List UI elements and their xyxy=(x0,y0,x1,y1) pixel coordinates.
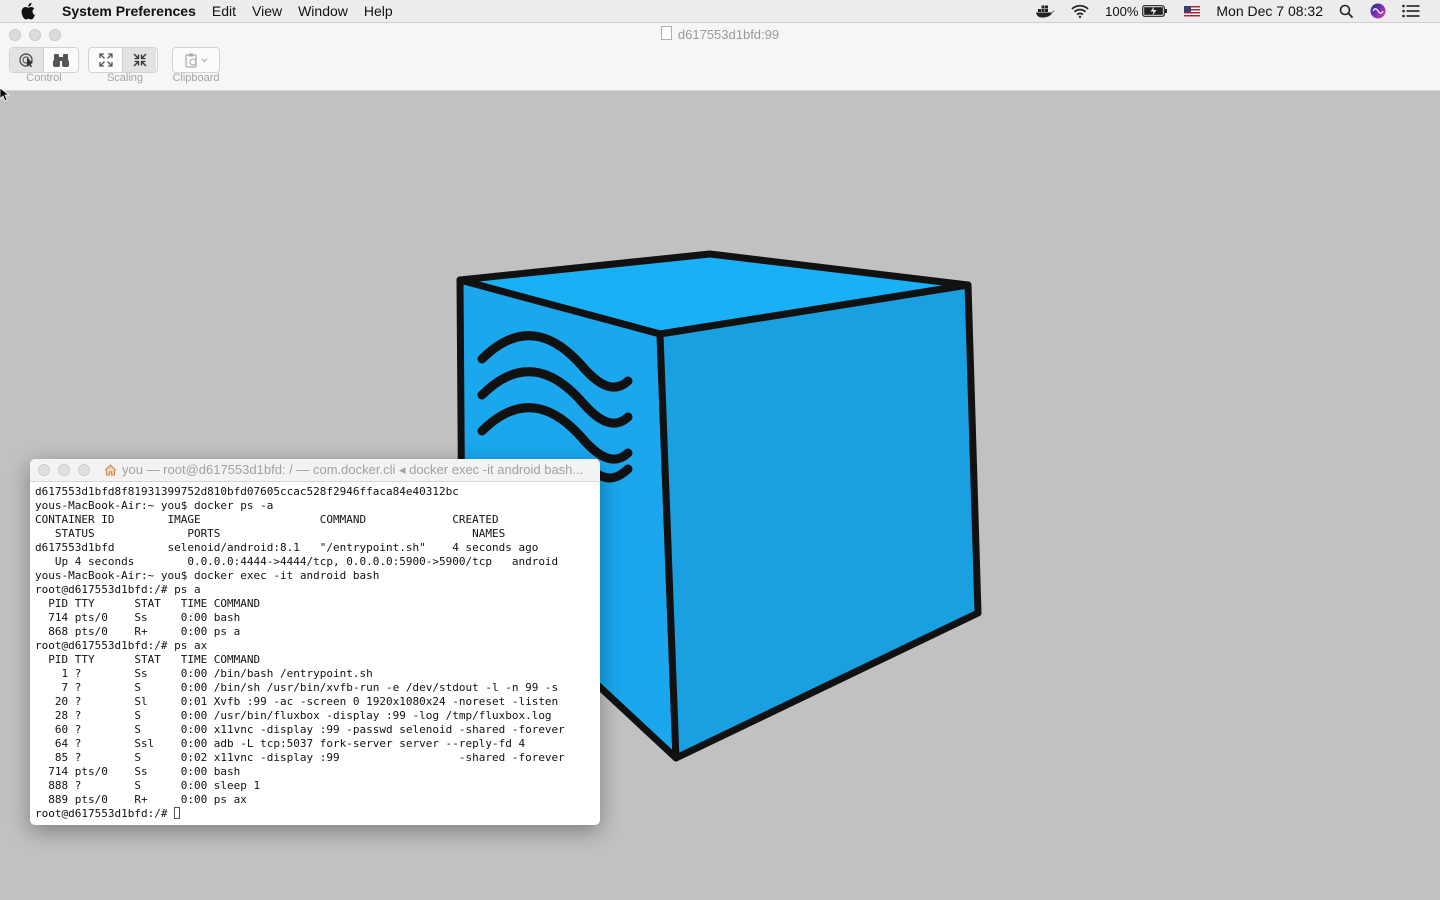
terminal-line: 28 ? S 0:00 /usr/bin/fluxbox -display :9… xyxy=(35,709,552,722)
control-label: Control xyxy=(26,72,62,84)
scaling-label: Scaling xyxy=(106,72,144,84)
clipboard-icon xyxy=(185,53,208,68)
terminal-line: root@d617553d1bfd:/# ps a xyxy=(35,583,201,596)
apple-menu-icon[interactable] xyxy=(20,2,38,20)
terminal-line: 714 pts/0 Ss 0:00 bash xyxy=(35,611,241,624)
terminal-line: root@d617553d1bfd:/# ps ax xyxy=(35,639,208,652)
terminal-line: 868 pts/0 R+ 0:00 ps a xyxy=(35,625,241,638)
terminal-line: PID TTY STAT TIME COMMAND xyxy=(35,597,261,610)
terminal-line: CONTAINER ID IMAGE COMMAND CREATED xyxy=(35,513,499,526)
scale-to-fit-button[interactable] xyxy=(89,48,123,72)
terminal-close-button[interactable] xyxy=(38,464,50,476)
control-mode-button[interactable] xyxy=(10,48,44,72)
us-flag-icon[interactable] xyxy=(1184,5,1201,17)
pointer-control-icon xyxy=(18,53,33,68)
spotlight-search-icon[interactable] xyxy=(1339,4,1354,19)
control-toolbar-group xyxy=(9,47,79,73)
clipboard-button[interactable] xyxy=(173,48,219,72)
terminal-line: d617553d1bfd selenoid/android:8.1 "/entr… xyxy=(35,541,539,554)
terminal-cursor xyxy=(174,807,181,819)
expand-arrows-icon xyxy=(98,53,113,67)
menu-view[interactable]: View xyxy=(244,3,290,19)
battery-status[interactable]: 100% xyxy=(1105,4,1168,19)
actual-size-button[interactable] xyxy=(123,48,156,72)
terminal-line: 714 pts/0 Ss 0:00 bash xyxy=(35,765,241,778)
document-icon xyxy=(660,26,672,40)
terminal-line: 64 ? Ssl 0:00 adb -L tcp:5037 fork-serve… xyxy=(35,737,526,750)
siri-icon[interactable] xyxy=(1370,3,1386,19)
menu-clock[interactable]: Mon Dec 7 08:32 xyxy=(1216,3,1323,19)
menu-window[interactable]: Window xyxy=(290,3,356,19)
terminal-line: 60 ? S 0:00 x11vnc -display :99 -passwd … xyxy=(35,723,565,736)
terminal-line: Up 4 seconds 0.0.0.0:4444->4444/tcp, 0.0… xyxy=(35,555,559,568)
cube-front-face xyxy=(656,281,982,762)
terminal-title: you — root@d617553d1bfd: / — com.docker.… xyxy=(104,462,583,478)
terminal-zoom-button[interactable] xyxy=(78,464,90,476)
menu-bar: System Preferences Edit View Window Help… xyxy=(0,0,1440,23)
scaling-toolbar-group xyxy=(88,47,158,73)
terminal-line: yous-MacBook-Air:~ you$ docker ps -a xyxy=(35,499,274,512)
mouse-cursor-icon xyxy=(0,88,10,102)
terminal-line: 889 pts/0 R+ 0:00 ps ax xyxy=(35,793,247,806)
battery-charging-icon xyxy=(1142,5,1168,17)
window-titlebar: d617553d1bfd:99 Control Scaling Clipboar… xyxy=(0,23,1440,91)
terminal-line: STATUS PORTS NAMES xyxy=(35,527,506,540)
terminal-line: d617553d1bfd8f81931399752d810bfd07605cca… xyxy=(35,485,459,498)
terminal-output[interactable]: d617553d1bfd8f81931399752d810bfd07605cca… xyxy=(30,482,600,824)
terminal-line: yous-MacBook-Air:~ you$ docker exec -it … xyxy=(35,569,380,582)
shrink-arrows-icon xyxy=(133,53,146,67)
wifi-icon[interactable] xyxy=(1071,4,1089,18)
menu-edit[interactable]: Edit xyxy=(204,3,244,19)
clipboard-toolbar-group xyxy=(172,47,220,73)
terminal-line: 7 ? S 0:00 /bin/sh /usr/bin/xvfb-run -e … xyxy=(35,681,559,694)
terminal-line: 85 ? S 0:02 x11vnc -display :99 -shared … xyxy=(35,751,565,764)
menu-help[interactable]: Help xyxy=(356,3,401,19)
battery-percent: 100% xyxy=(1105,3,1139,19)
clipboard-label: Clipboard xyxy=(172,72,220,84)
terminal-prompt-line[interactable]: root@d617553d1bfd:/# xyxy=(35,807,595,821)
terminal-prompt: root@d617553d1bfd:/# xyxy=(35,807,175,820)
terminal-line: 20 ? Sl 0:01 Xvfb :99 -ac -screen 0 1920… xyxy=(35,695,559,708)
terminal-title-text: you — root@d617553d1bfd: / — com.docker.… xyxy=(122,462,584,477)
observe-mode-button[interactable] xyxy=(44,48,77,72)
terminal-line: 888 ? S 0:00 sleep 1 xyxy=(35,779,261,792)
notification-center-icon[interactable] xyxy=(1402,4,1420,18)
window-title: d617553d1bfd:99 xyxy=(0,26,1440,42)
terminal-titlebar: you — root@d617553d1bfd: / — com.docker.… xyxy=(30,459,600,482)
terminal-line: 1 ? Ss 0:00 /bin/bash /entrypoint.sh xyxy=(35,667,373,680)
menu-system-preferences[interactable]: System Preferences xyxy=(54,3,204,19)
terminal-window[interactable]: you — root@d617553d1bfd: / — com.docker.… xyxy=(30,459,600,825)
terminal-line: PID TTY STAT TIME COMMAND xyxy=(35,653,261,666)
window-title-text: d617553d1bfd:99 xyxy=(677,27,780,42)
docker-icon[interactable] xyxy=(1035,4,1055,18)
binoculars-icon xyxy=(52,54,69,67)
terminal-minimize-button[interactable] xyxy=(58,464,70,476)
home-folder-icon xyxy=(104,464,117,476)
